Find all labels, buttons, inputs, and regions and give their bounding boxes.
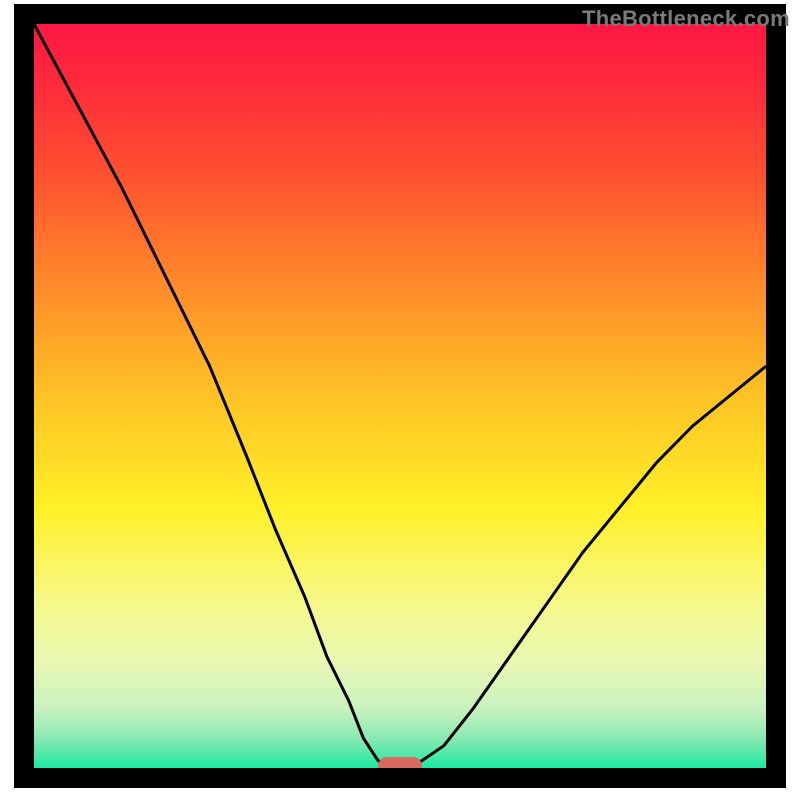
watermark-text: TheBottleneck.com [582,6,790,32]
chart-canvas [0,0,800,800]
heatmap-background [34,24,766,768]
bottleneck-chart: TheBottleneck.com [0,0,800,800]
